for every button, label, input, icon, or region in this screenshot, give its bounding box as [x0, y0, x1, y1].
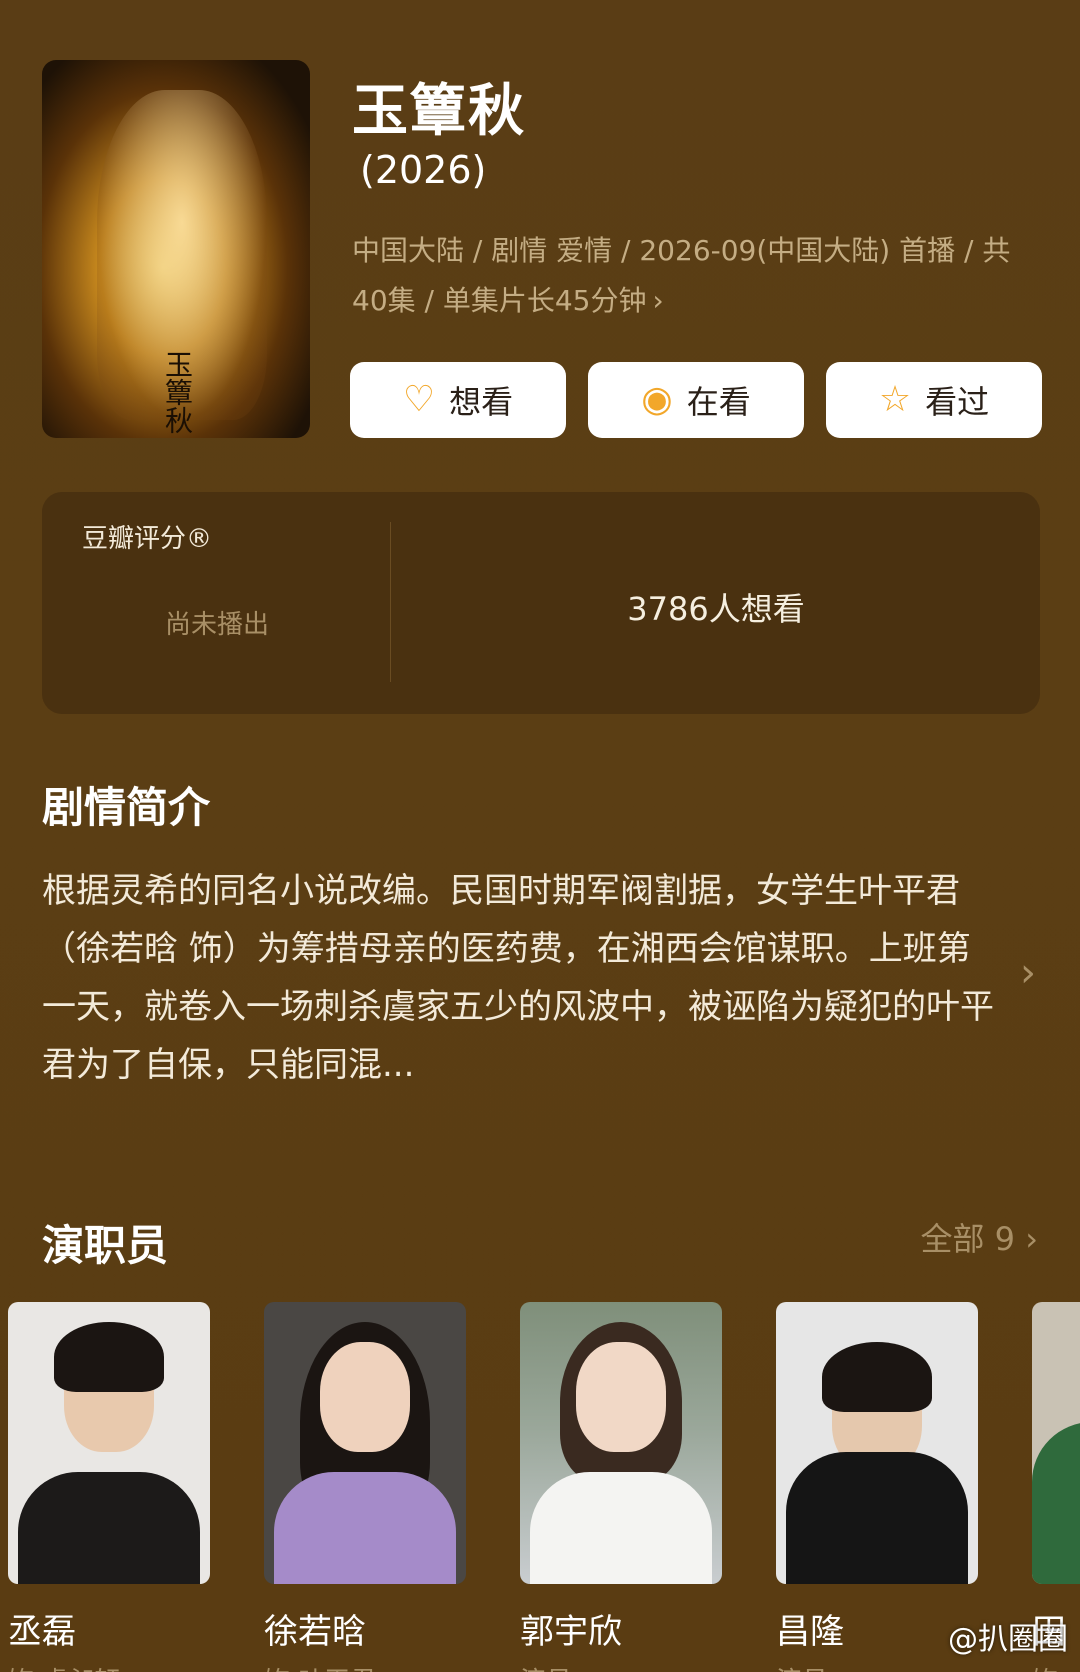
cast-photo	[1032, 1302, 1080, 1584]
rating-label: 豆瓣评分®	[82, 524, 213, 554]
watched-label: 看过	[925, 383, 990, 421]
star-icon: ☆	[878, 379, 912, 420]
heart-plus-icon: ♡	[402, 379, 436, 420]
meta-line-2: 40集 / 单集片长45分钟 ›	[352, 284, 664, 317]
watching-button[interactable]: ◉ 在看	[588, 362, 804, 438]
cast-role: 饰 虞昶轩	[8, 1661, 210, 1672]
chevron-right-icon: ›	[1025, 1220, 1038, 1258]
cast-role: 演员	[776, 1661, 978, 1672]
meta-line-1: 中国大陆 / 剧情 爱情 / 2026-09(中国大陆) 首播 / 共	[352, 234, 1011, 267]
cast-photo	[776, 1302, 978, 1584]
poster-image[interactable]: 玉簟秋	[42, 60, 310, 438]
show-meta[interactable]: 中国大陆 / 剧情 爱情 / 2026-09(中国大陆) 首播 / 共 40集 …	[352, 226, 1042, 326]
synopsis-heading: 剧情简介	[42, 783, 211, 832]
cast-role: 饰 叶平君	[264, 1661, 466, 1672]
watched-button[interactable]: ☆ 看过	[826, 362, 1042, 438]
chevron-right-icon[interactable]: ›	[1020, 950, 1036, 996]
synopsis-text[interactable]: 根据灵希的同名小说改编。民国时期军阀割据，女学生叶平君（徐若晗 饰）为筹措母亲的…	[42, 862, 1002, 1094]
show-year: (2026)	[360, 148, 487, 192]
cast-all-link[interactable]: 全部 9 ›	[920, 1214, 1038, 1260]
cast-member[interactable]: 徐若晗 饰 叶平君	[264, 1302, 466, 1672]
cast-photo	[264, 1302, 466, 1584]
cast-member[interactable]: 郭宇欣 演员	[520, 1302, 722, 1672]
cast-role: 饰	[1032, 1661, 1080, 1672]
watermark: @扒圈圈	[948, 1622, 1068, 1657]
want-to-watch-button[interactable]: ♡ 想看	[350, 362, 566, 438]
cast-name: 丞磊	[8, 1612, 76, 1652]
target-circle-icon: ◉	[641, 379, 673, 420]
rating-status: 尚未播出	[164, 610, 269, 640]
cast-photo	[520, 1302, 722, 1584]
rating-card[interactable]: 豆瓣评分® 尚未播出 3786人想看	[42, 492, 1040, 714]
want-to-watch-label: 想看	[449, 383, 514, 421]
cast-name: 徐若晗	[264, 1612, 366, 1652]
chevron-right-icon: ›	[652, 284, 664, 317]
cast-list: 丞磊 饰 虞昶轩 徐若晗 饰 叶平君 郭宇欣 演员 昌隆 演员 田	[8, 1302, 1080, 1672]
watching-label: 在看	[686, 383, 751, 421]
cast-role: 演员	[520, 1661, 722, 1672]
cast-heading: 演职员	[42, 1221, 169, 1270]
poster-title-text: 玉簟秋	[161, 350, 194, 434]
show-title: 玉簟秋	[352, 79, 526, 144]
want-count: 3786人想看	[627, 590, 805, 628]
cast-photo	[8, 1302, 210, 1584]
cast-name: 郭宇欣	[520, 1612, 622, 1652]
rating-divider	[390, 522, 391, 682]
cast-member[interactable]: 丞磊 饰 虞昶轩	[8, 1302, 210, 1672]
action-buttons: ♡ 想看 ◉ 在看 ☆ 看过	[350, 362, 1042, 438]
